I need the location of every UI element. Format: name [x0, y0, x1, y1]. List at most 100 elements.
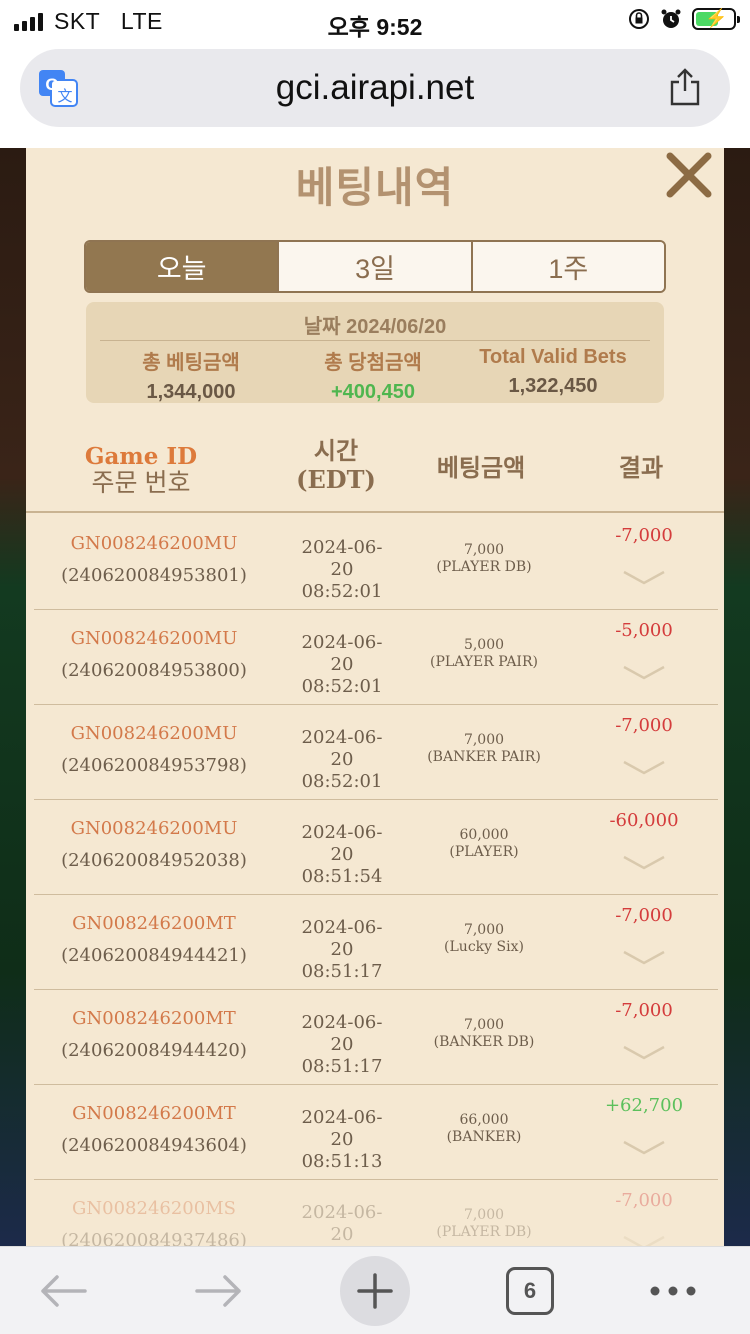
bet-time: 2024-06-20 08:51:54 [301, 822, 383, 887]
valid-bets-label: Total Valid Bets [479, 346, 627, 368]
game-id: GN008246200MT [72, 1103, 236, 1124]
game-id: GN008246200MU [70, 628, 238, 649]
chevron-down-icon[interactable] [622, 948, 666, 968]
summary-panel: 날짜 2024/06/20 총 베팅금액 1,344,000 총 당첨금액 +4… [86, 302, 664, 403]
bet-result: -7,000 [615, 1190, 673, 1211]
forward-button[interactable] [186, 1257, 252, 1325]
table-row[interactable]: GN008246200MU (240620084953798) 2024-06-20… [34, 705, 718, 800]
bet-amount: 7,000 (BANKER DB) [433, 1017, 535, 1050]
table-row[interactable]: GN008246200MT (240620084943604) 2024-06-20… [34, 1085, 718, 1180]
period-tabs: 오늘 3일 1주 [84, 240, 666, 293]
chevron-down-icon[interactable] [622, 758, 666, 778]
battery-icon: ⚡ [692, 8, 740, 30]
total-bet-summary: 총 베팅금액 1,344,000 [96, 346, 286, 404]
url-text[interactable]: gci.airapi.net [20, 68, 730, 108]
chevron-down-icon[interactable] [622, 1043, 666, 1063]
total-bet-label: 총 베팅금액 [142, 352, 240, 374]
tab-count: 6 [506, 1267, 554, 1315]
table-row[interactable]: GN008246200MU (240620084953800) 2024-06-20… [34, 610, 718, 705]
order-id: (240620084937486) [61, 1230, 247, 1246]
total-bet-value: 1,344,000 [146, 381, 236, 403]
valid-bets-summary: Total Valid Bets 1,322,450 [458, 346, 648, 398]
bet-time: 2024-06-20 08:52:01 [301, 537, 383, 602]
bet-result: -7,000 [615, 1000, 673, 1021]
total-win-value: +400,450 [331, 381, 415, 403]
game-id: GN008246200MU [70, 533, 238, 554]
summary-divider [100, 340, 650, 341]
bet-amount: 5,000 (PLAYER PAIR) [430, 637, 538, 670]
betting-history-modal: 베팅내역 오늘 3일 1주 날짜 2024/06/20 총 베팅금액 1,344… [26, 148, 724, 1246]
bet-result: -7,000 [615, 905, 673, 926]
address-bar[interactable]: G 文 gci.airapi.net [20, 49, 730, 127]
bet-result: -60,000 [609, 810, 679, 831]
bet-result: -7,000 [615, 525, 673, 546]
bet-amount: 7,000 (Lucky Six) [444, 922, 524, 955]
table-row[interactable]: GN008246200MU (240620084952038) 2024-06-20… [34, 800, 718, 895]
order-id: (240620084953801) [61, 565, 247, 586]
order-id: (240620084953800) [61, 660, 247, 681]
arrow-left-icon [41, 1275, 87, 1307]
order-id: (240620084953798) [61, 755, 247, 776]
bet-time: 2024-06-20 08:52:01 [301, 727, 383, 792]
bet-amount: 7,000 (PLAYER DB) [436, 1207, 532, 1240]
bet-amount: 7,000 (PLAYER DB) [436, 542, 532, 575]
chevron-down-icon[interactable] [622, 1138, 666, 1158]
bet-amount: 7,000 (BANKER PAIR) [427, 732, 541, 765]
order-id: (240620084943604) [61, 1135, 247, 1156]
status-bar: SKT LTE 오후 9:52 ⚡ [0, 0, 750, 44]
column-header-bet-amount: 베팅금액 [436, 455, 526, 482]
tab-switcher-button[interactable]: 6 [505, 1257, 555, 1325]
chevron-down-icon[interactable] [622, 1233, 666, 1246]
chevron-down-icon[interactable] [622, 853, 666, 873]
bet-amount: 66,000 (BANKER) [446, 1112, 522, 1145]
orientation-lock-icon [629, 9, 649, 29]
column-header-result: 결과 [618, 455, 664, 482]
new-tab-button[interactable] [340, 1256, 410, 1326]
valid-bets-value: 1,322,450 [508, 375, 598, 397]
game-id: GN008246200MS [72, 1198, 236, 1219]
bet-result: -5,000 [615, 620, 673, 641]
plus-icon [357, 1273, 393, 1309]
tab-3-days[interactable]: 3일 [277, 242, 471, 291]
column-header-time: 시간 (EDT) [296, 438, 376, 494]
bet-time: 2024-06-20 08:51:17 [301, 1012, 383, 1077]
total-win-label: 총 당첨금액 [324, 352, 422, 374]
table-row[interactable]: GN008246200MS (240620084937486) 2024-06-20… [34, 1180, 718, 1246]
tab-1-week[interactable]: 1주 [470, 242, 664, 291]
game-id: GN008246200MT [72, 1008, 236, 1029]
bet-list: GN008246200MU (240620084953801) 2024-06-20… [34, 515, 718, 1246]
game-id: GN008246200MU [70, 723, 238, 744]
summary-date: 날짜 2024/06/20 [303, 316, 447, 338]
ellipsis-icon [650, 1286, 696, 1296]
back-button[interactable] [30, 1257, 96, 1325]
background-game-right [724, 148, 750, 1246]
bet-time: 2024-06-20 08:52:01 [301, 632, 383, 697]
chevron-down-icon[interactable] [622, 663, 666, 683]
bet-amount: 60,000 (PLAYER) [449, 827, 519, 860]
alarm-icon [661, 9, 681, 28]
browser-toolbar: 6 [0, 1246, 750, 1334]
bet-time: 2024-06-20 08:51:17 [301, 917, 383, 982]
chevron-down-icon[interactable] [622, 568, 666, 588]
bet-result: +62,700 [604, 1095, 684, 1116]
order-id: (240620084952038) [61, 850, 247, 871]
column-header-game-id: Game ID 주문 번호 [84, 443, 198, 497]
tab-today[interactable]: 오늘 [86, 242, 278, 291]
modal-title: 베팅내역 [295, 164, 455, 211]
page-background: 베팅내역 오늘 3일 1주 날짜 2024/06/20 총 베팅금액 1,344… [0, 148, 750, 1246]
close-icon[interactable] [664, 150, 714, 200]
bet-time: 2024-06-20 08:51:13 [301, 1107, 383, 1172]
game-id: GN008246200MU [70, 818, 238, 839]
more-menu-button[interactable] [640, 1257, 706, 1325]
table-row[interactable]: GN008246200MU (240620084953801) 2024-06-20… [34, 515, 718, 610]
background-game-left [0, 148, 26, 1246]
table-row[interactable]: GN008246200MT (240620084944421) 2024-06-20… [34, 895, 718, 990]
share-icon[interactable] [668, 67, 702, 107]
game-id: GN008246200MT [72, 913, 236, 934]
bet-time: 2024-06-2008:50:44 [301, 1202, 383, 1245]
order-id: (240620084944421) [61, 945, 247, 966]
table-row[interactable]: GN008246200MT (240620084944420) 2024-06-20… [34, 990, 718, 1085]
arrow-right-icon [195, 1275, 241, 1307]
bet-result: -7,000 [615, 715, 673, 736]
total-win-summary: 총 당첨금액 +400,450 [278, 346, 468, 404]
